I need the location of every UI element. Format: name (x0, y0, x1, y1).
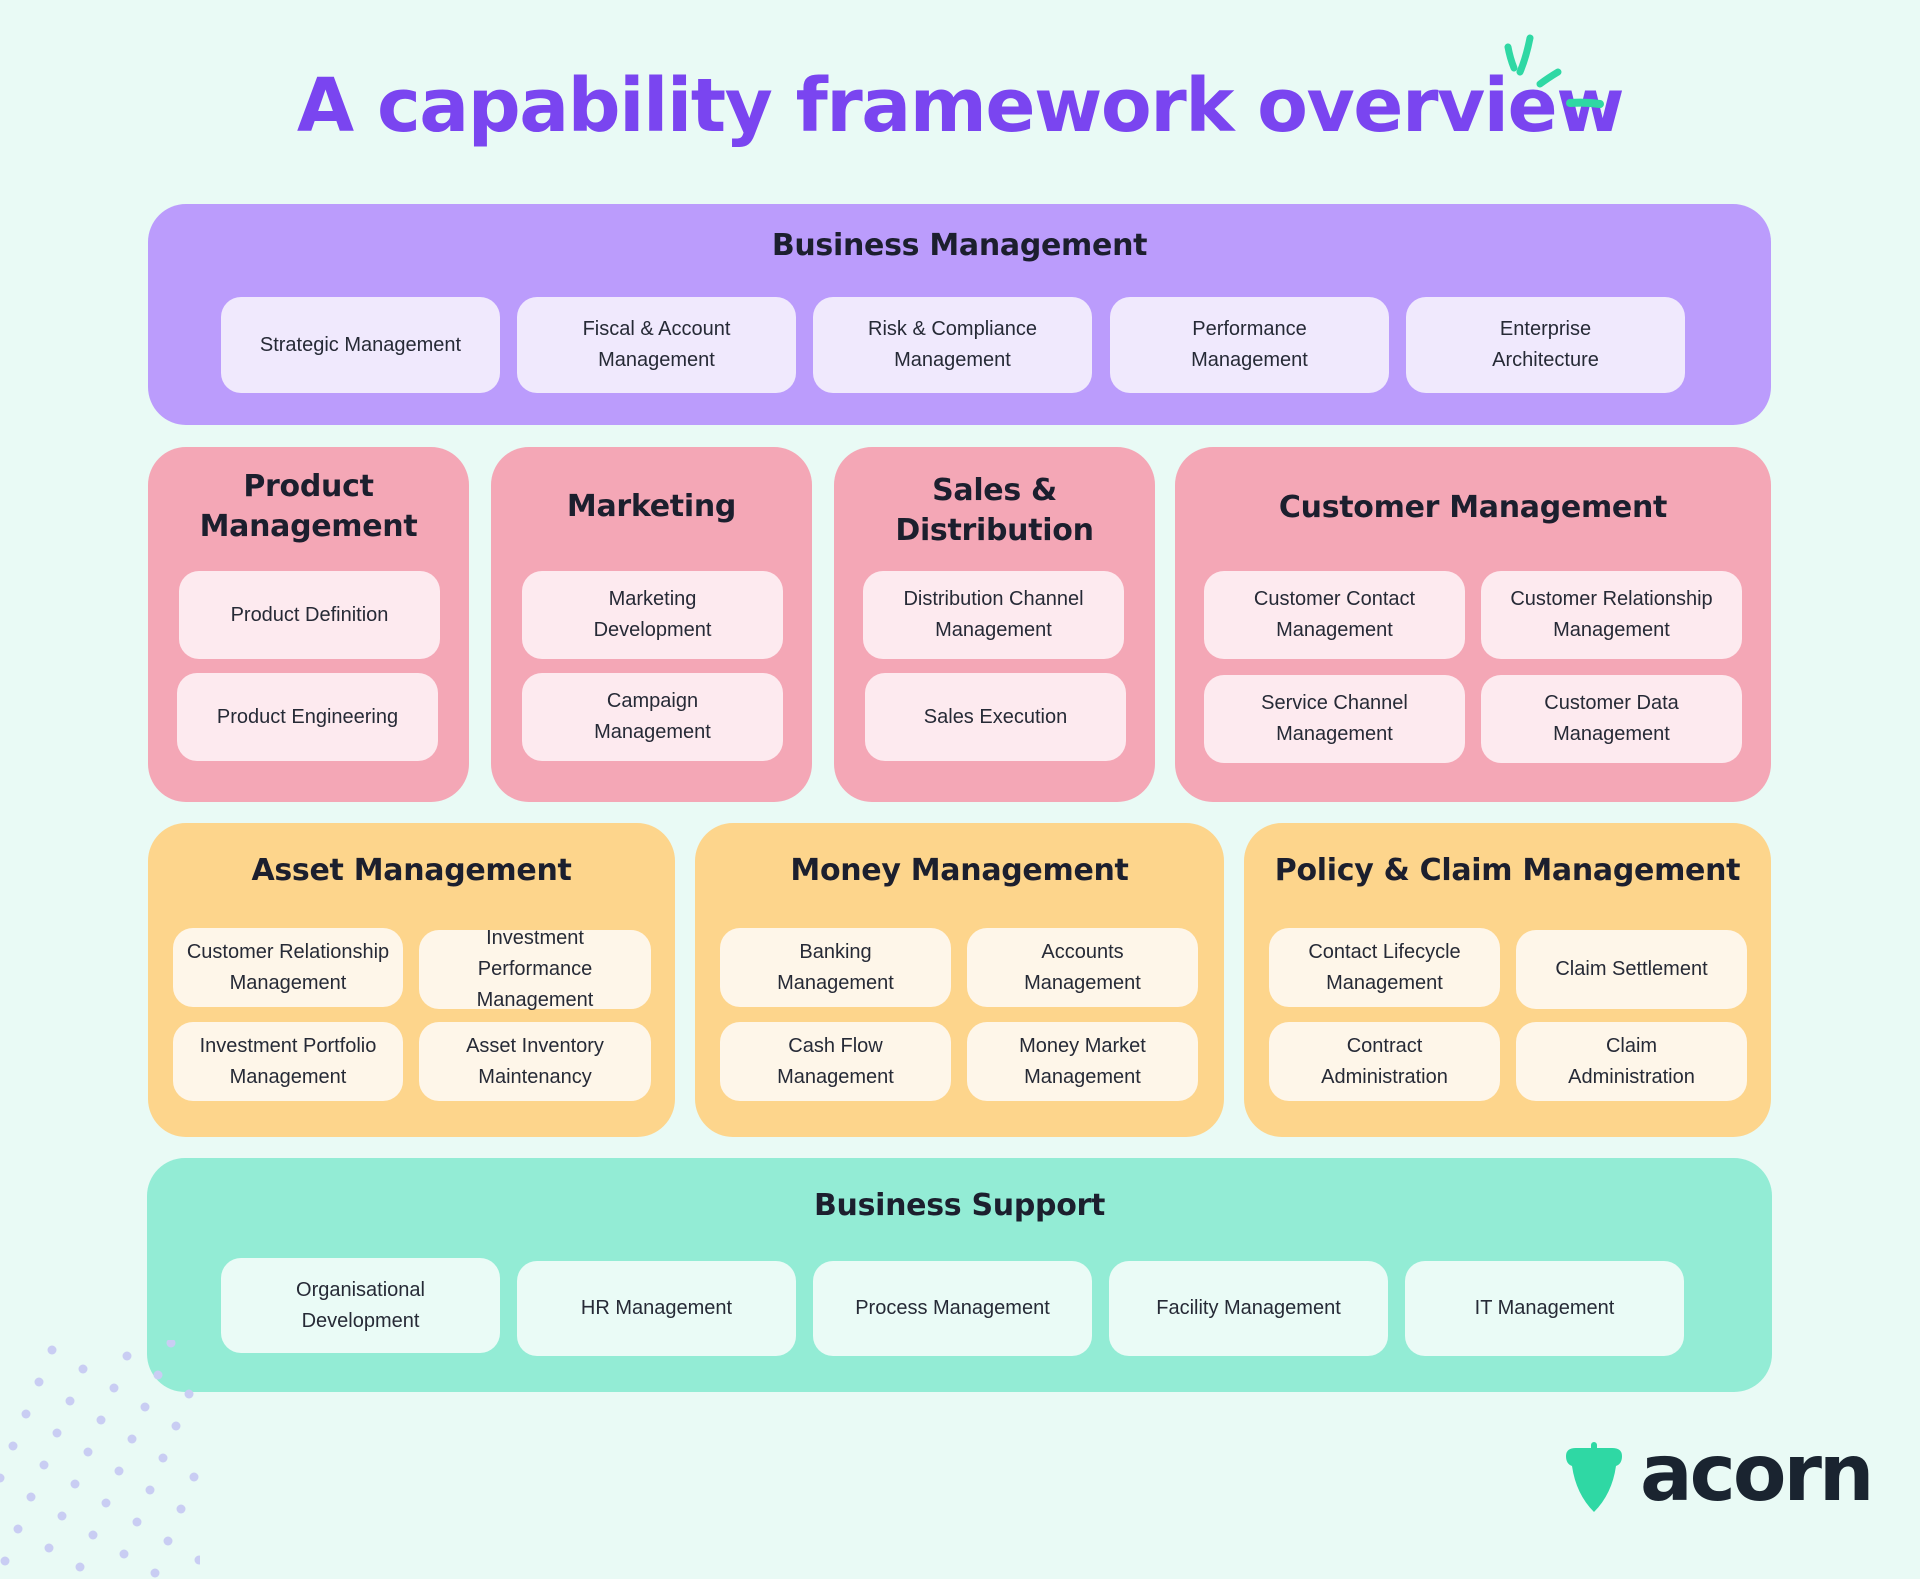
decorative-dot (158, 1453, 168, 1463)
logo-text: acorn (1640, 1429, 1874, 1519)
capability-product-definition[interactable]: Product Definition (179, 571, 440, 659)
capability-contact-lifecycle-management[interactable]: Contact Lifecycle Management (1269, 928, 1500, 1007)
group-sales-distribution: Sales & Distribution Distribution Channe… (834, 447, 1155, 802)
group-title: Business Support (813, 1188, 1106, 1223)
group-title: Marketing (566, 489, 737, 524)
group-money-management: Money Management Banking Management Acco… (695, 823, 1224, 1137)
capability-investment-portfolio-management[interactable]: Investment Portfolio Management (173, 1022, 403, 1101)
decorative-dot (44, 1543, 54, 1553)
group-policy-claim-management: Policy & Claim Management Contact Lifecy… (1244, 823, 1771, 1137)
decorative-dot (83, 1447, 93, 1457)
decorative-dots (0, 1340, 200, 1578)
capability-claim-settlement[interactable]: Claim Settlement (1516, 930, 1747, 1009)
group-title: Customer Management (1278, 490, 1668, 525)
group-title: Sales & Distribution (895, 473, 1094, 548)
capability-customer-relationship-management[interactable]: Customer Relationship Management (173, 928, 403, 1007)
group-marketing: Marketing Marketing Development Campaign… (491, 447, 812, 802)
capability-it-management[interactable]: IT Management (1405, 1261, 1684, 1356)
capability-customer-data-management[interactable]: Customer Data Management (1481, 675, 1742, 763)
capability-service-channel-management[interactable]: Service Channel Management (1204, 675, 1465, 763)
capability-risk-compliance-management[interactable]: Risk & Compliance Management (813, 297, 1092, 393)
decorative-dot (47, 1345, 57, 1355)
decorative-dot (127, 1434, 137, 1444)
decorative-dot (194, 1555, 200, 1565)
group-business-management: Business Management Strategic Management… (148, 204, 1771, 425)
capability-process-management[interactable]: Process Management (813, 1261, 1092, 1356)
capability-hr-management[interactable]: HR Management (517, 1261, 796, 1356)
capability-sales-execution[interactable]: Sales Execution (865, 673, 1126, 761)
decorative-dot (57, 1511, 67, 1521)
decorative-dot (184, 1389, 194, 1399)
capability-distribution-channel-management[interactable]: Distribution Channel Management (863, 571, 1124, 659)
decorative-dot (140, 1402, 150, 1412)
decorative-dot (122, 1351, 132, 1361)
decorative-dot (75, 1562, 85, 1572)
group-title: Product Management (199, 469, 418, 544)
capability-accounts-management[interactable]: Accounts Management (967, 928, 1198, 1007)
decorative-dot (65, 1396, 75, 1406)
decorative-dot (26, 1492, 36, 1502)
group-title: Money Management (790, 853, 1129, 888)
decorative-dot (8, 1441, 18, 1451)
decorative-dot (176, 1504, 186, 1514)
group-customer-management: Customer Management Customer Contact Man… (1175, 447, 1771, 802)
capability-strategic-management[interactable]: Strategic Management (221, 297, 500, 393)
decorative-dot (0, 1473, 5, 1483)
acorn-logo: acorn (1562, 1434, 1874, 1520)
decorative-dot (34, 1377, 44, 1387)
decorative-dot (52, 1428, 62, 1438)
decorative-dot (163, 1536, 173, 1546)
capability-claim-administration[interactable]: Claim Administration (1516, 1022, 1747, 1101)
decorative-dot (189, 1472, 199, 1482)
decorative-dot (39, 1460, 49, 1470)
capability-customer-contact-management[interactable]: Customer Contact Management (1204, 571, 1465, 659)
decorative-dot (153, 1370, 163, 1380)
capability-customer-relationship-management[interactable]: Customer Relationship Management (1481, 571, 1742, 659)
capability-fiscal-account-management[interactable]: Fiscal & Account Management (517, 297, 796, 393)
decorative-dot (70, 1479, 80, 1489)
capability-facility-management[interactable]: Facility Management (1109, 1261, 1388, 1356)
decorative-dot (109, 1383, 119, 1393)
group-title: Policy & Claim Management (1274, 853, 1741, 888)
decorative-dot (166, 1340, 176, 1348)
group-asset-management: Asset Management Customer Relationship M… (148, 823, 675, 1137)
capability-product-engineering[interactable]: Product Engineering (177, 673, 438, 761)
capability-asset-inventory-maintenancy[interactable]: Asset Inventory Maintenancy (419, 1022, 651, 1101)
capability-contract-administration[interactable]: Contract Administration (1269, 1022, 1500, 1101)
decorative-dot (88, 1530, 98, 1540)
decorative-dot (96, 1415, 106, 1425)
acorn-icon (1566, 1442, 1622, 1512)
decorative-dot (114, 1466, 124, 1476)
capability-marketing-development[interactable]: Marketing Development (522, 571, 783, 659)
decorative-dot (145, 1485, 155, 1495)
group-title: Business Management (771, 228, 1148, 263)
group-product-management: Product Management Product Definition Pr… (148, 447, 469, 802)
decorative-dot (171, 1421, 181, 1431)
decorative-dot (0, 1556, 10, 1566)
decorative-dot (150, 1568, 160, 1578)
decorative-dot (119, 1549, 129, 1559)
decorative-dot (78, 1364, 88, 1374)
capability-banking-management[interactable]: Banking Management (720, 928, 951, 1007)
capability-campaign-management[interactable]: Campaign Management (522, 673, 783, 761)
page-title: A capability framework overview (296, 63, 1625, 149)
decorative-dot (21, 1409, 31, 1419)
group-business-support: Business Support Organisational Developm… (147, 1158, 1772, 1392)
capability-organisational-development[interactable]: Organisational Development (221, 1258, 500, 1353)
capability-enterprise-architecture[interactable]: Enterprise Architecture (1406, 297, 1685, 393)
sparkle-icon (1504, 34, 1604, 108)
capability-money-market-management[interactable]: Money Market Management (967, 1022, 1198, 1101)
capability-performance-management[interactable]: Performance Management (1110, 297, 1389, 393)
capability-cash-flow-management[interactable]: Cash Flow Management (720, 1022, 951, 1101)
group-title: Asset Management (251, 853, 572, 888)
capability-investment-performance-management[interactable]: Investment Performance Management (419, 927, 651, 1011)
decorative-dot (132, 1517, 142, 1527)
decorative-dot (13, 1524, 23, 1534)
decorative-dot (101, 1498, 111, 1508)
